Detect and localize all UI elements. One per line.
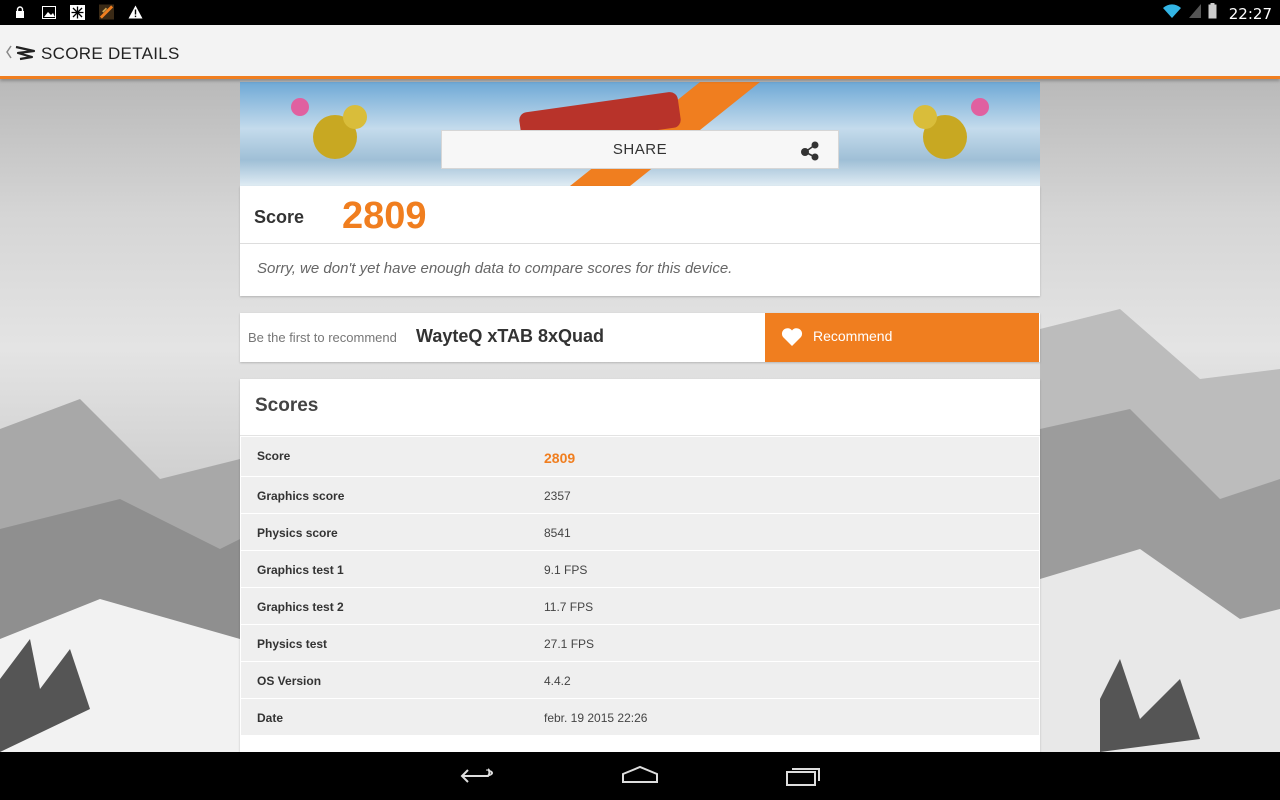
row-name: Graphics score	[257, 489, 345, 503]
app-logo-icon[interactable]	[14, 41, 36, 63]
row-name: Physics test	[257, 637, 328, 651]
battery-icon	[1208, 3, 1217, 24]
scores-table: Score 2809 Graphics score 2357 Physics s…	[241, 437, 1039, 736]
recent-apps-icon[interactable]	[784, 764, 824, 793]
table-row: Physics score 8541	[241, 514, 1039, 551]
row-value: 2357	[544, 489, 571, 503]
heart-icon	[781, 327, 803, 347]
row-value: 8541	[544, 526, 571, 540]
gallery-icon	[41, 4, 56, 20]
wifi-icon	[1162, 3, 1182, 24]
table-row: Graphics test 2 11.7 FPS	[241, 588, 1039, 625]
back-chevron-icon[interactable]	[4, 44, 14, 60]
table-row: Date febr. 19 2015 22:26	[241, 699, 1039, 736]
action-bar: SCORE DETAILS	[0, 25, 1280, 79]
score-card: Score 2809 Sorry, we don't yet have enou…	[240, 186, 1040, 296]
lock-icon	[12, 4, 27, 20]
score-label: Score	[254, 207, 305, 227]
row-value: 27.1 FPS	[544, 637, 595, 651]
row-value: 2809	[544, 450, 576, 466]
row-name: Graphics test 2	[257, 600, 344, 614]
row-name: Score	[257, 449, 291, 463]
comparison-note: Sorry, we don't yet have enough data to …	[257, 260, 733, 277]
game-notification-icon	[99, 4, 114, 20]
clock: 22:27	[1228, 4, 1272, 23]
row-value: 4.4.2	[544, 674, 571, 688]
recommend-row: Be the first to recommend WayteQ xTAB 8x…	[240, 313, 1040, 362]
row-value: 11.7 FPS	[544, 600, 594, 614]
scores-card: Scores Score 2809 Graphics score 2357 Ph…	[240, 379, 1040, 752]
page-title: SCORE DETAILS	[41, 44, 180, 63]
device-name: WayteQ xTAB 8xQuad	[416, 326, 605, 346]
score-value: 2809	[342, 195, 427, 237]
snowflake-icon	[70, 4, 85, 20]
row-name: Graphics test 1	[257, 563, 344, 577]
share-label: SHARE	[612, 141, 668, 158]
row-value: febr. 19 2015 22:26	[544, 711, 648, 725]
warning-icon	[128, 4, 143, 20]
signal-icon	[1188, 3, 1202, 24]
table-row: Physics test 27.1 FPS	[241, 625, 1039, 662]
recommend-label: Recommend	[813, 328, 893, 344]
recommend-button[interactable]: Recommend	[765, 313, 1039, 362]
scores-title: Scores	[240, 379, 1040, 436]
status-bar: 22:27	[0, 0, 1280, 25]
share-button[interactable]: SHARE	[441, 130, 839, 169]
back-icon[interactable]	[458, 764, 498, 793]
home-icon[interactable]	[620, 764, 660, 793]
table-row: Graphics score 2357	[241, 477, 1039, 514]
row-name: OS Version	[257, 674, 322, 688]
row-value: 9.1 FPS	[544, 563, 588, 577]
share-icon	[800, 141, 820, 161]
navigation-bar	[0, 752, 1280, 800]
table-row: OS Version 4.4.2	[241, 662, 1039, 699]
row-name: Physics score	[257, 526, 338, 540]
table-row: Graphics test 1 9.1 FPS	[241, 551, 1039, 588]
table-row: Score 2809	[241, 437, 1039, 477]
row-name: Date	[257, 711, 284, 725]
recommend-prefix: Be the first to recommend	[248, 330, 397, 345]
